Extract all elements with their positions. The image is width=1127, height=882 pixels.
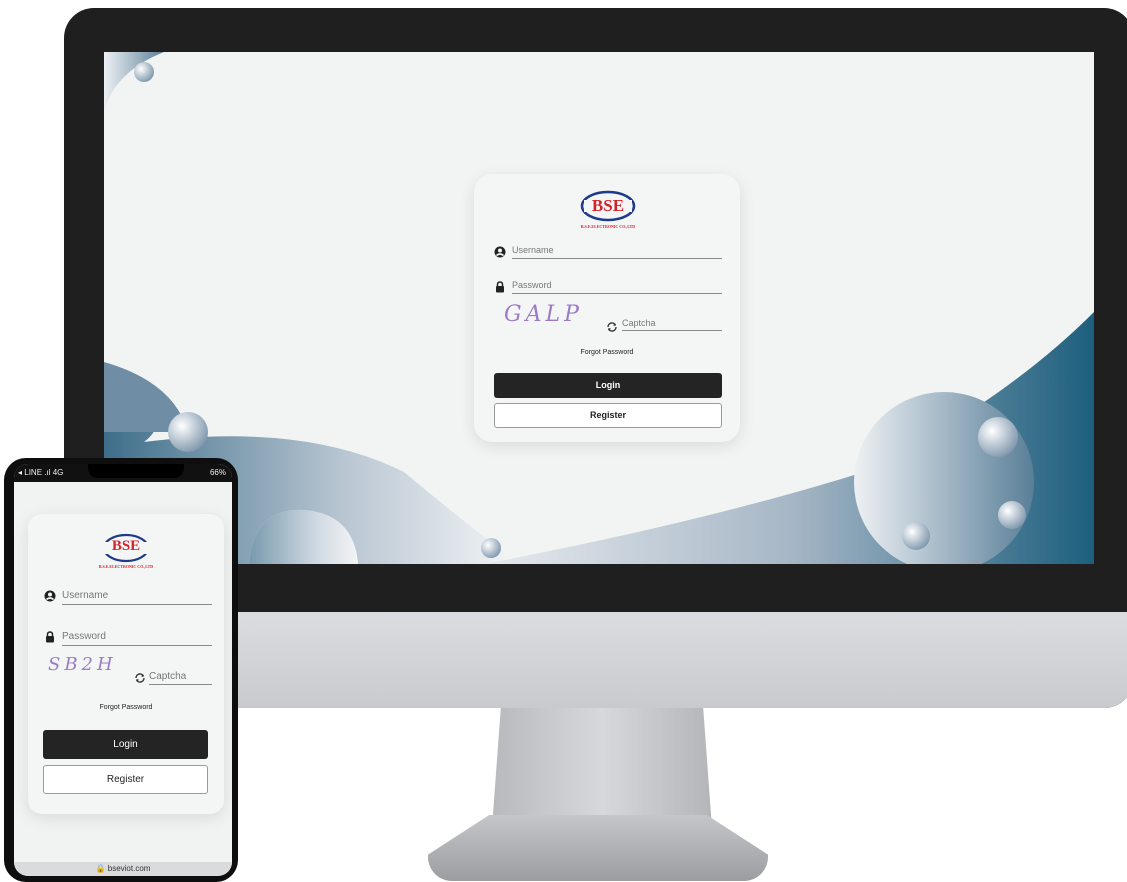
monitor-stand bbox=[492, 708, 712, 828]
captcha-field bbox=[622, 314, 722, 332]
lock-icon bbox=[496, 281, 504, 293]
refresh-icon[interactable] bbox=[606, 321, 618, 333]
lock-icon bbox=[46, 631, 54, 643]
browser-url-bar[interactable]: 🔒 bseviot.com bbox=[14, 862, 232, 876]
user-circle-icon bbox=[44, 590, 56, 602]
phone-notch bbox=[88, 464, 184, 478]
mobile-company-logo: BSE B.S.E.ELECTRONIC CO.,LTD bbox=[96, 530, 156, 570]
mobile-captcha-input[interactable] bbox=[149, 668, 212, 685]
logo-subtitle: B.S.E.ELECTRONIC CO.,LTD bbox=[98, 564, 154, 569]
company-logo: BSE B.S.E.ELECTRONIC CO.,LTD bbox=[578, 188, 638, 229]
login-button[interactable]: Login bbox=[494, 373, 722, 398]
phone-screen: ◂ LINE .ıl 4G 66% BSE B.S.E.ELECTRONIC C… bbox=[14, 464, 232, 876]
mobile-login-card: BSE B.S.E.ELECTRONIC CO.,LTD SB2H bbox=[28, 514, 224, 814]
mobile-password-field bbox=[44, 625, 212, 647]
captcha-image: GALP bbox=[504, 302, 583, 327]
captcha-input[interactable] bbox=[622, 316, 722, 331]
mobile-username-input[interactable] bbox=[62, 586, 212, 605]
password-input[interactable] bbox=[512, 277, 722, 294]
logo-subtitle: B.S.E.ELECTRONIC CO.,LTD bbox=[580, 224, 636, 229]
login-card: BSE B.S.E.ELECTRONIC CO.,LTD GALP bbox=[474, 174, 740, 442]
username-input[interactable] bbox=[512, 242, 722, 259]
logo-text: BSE bbox=[591, 196, 625, 215]
username-field bbox=[494, 240, 722, 260]
user-circle-icon bbox=[494, 246, 506, 258]
register-button[interactable]: Register bbox=[494, 403, 722, 428]
password-field bbox=[494, 275, 722, 295]
mobile-forgot-password-link[interactable]: Forgot Password bbox=[28, 704, 224, 711]
mobile-captcha-image: SB2H bbox=[48, 654, 117, 675]
mobile-captcha-field bbox=[149, 666, 212, 686]
status-carrier: ◂ LINE .ıl 4G bbox=[18, 468, 64, 477]
status-battery: 66% bbox=[209, 468, 226, 477]
mobile-username-field bbox=[44, 584, 212, 606]
mobile-password-input[interactable] bbox=[62, 627, 212, 646]
logo-text: BSE bbox=[111, 538, 141, 554]
forgot-password-link[interactable]: Forgot Password bbox=[474, 349, 740, 356]
mobile-register-button[interactable]: Register bbox=[43, 765, 208, 794]
refresh-icon[interactable] bbox=[134, 672, 146, 684]
mobile-phone: ◂ LINE .ıl 4G 66% BSE B.S.E.ELECTRONIC C… bbox=[4, 458, 238, 882]
monitor-base bbox=[428, 815, 768, 881]
desktop-screen: BSE B.S.E.ELECTRONIC CO.,LTD GALP bbox=[104, 52, 1094, 564]
mobile-login-button[interactable]: Login bbox=[43, 730, 208, 759]
